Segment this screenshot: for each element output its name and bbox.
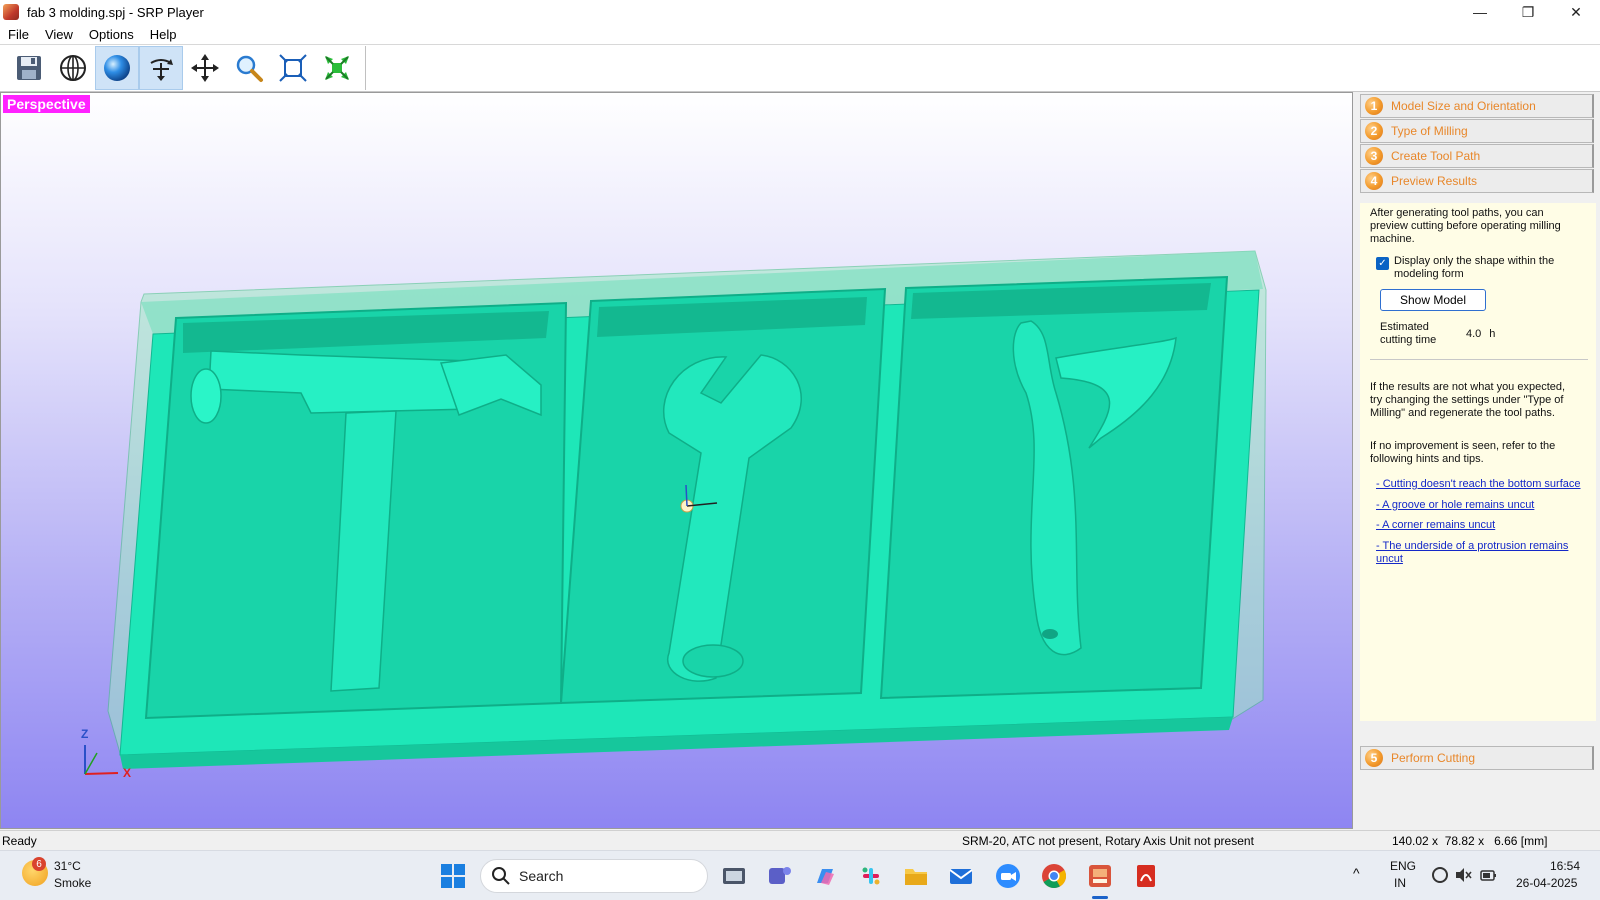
step-model-size[interactable]: 1 Model Size and Orientation xyxy=(1360,94,1594,118)
windows-start-icon[interactable] xyxy=(440,863,466,889)
step-label: Preview Results xyxy=(1391,174,1478,188)
teams-icon[interactable] xyxy=(766,863,792,889)
file-explorer-icon[interactable] xyxy=(903,863,929,889)
step-label: Perform Cutting xyxy=(1391,751,1476,765)
shaded-view-button[interactable] xyxy=(95,46,139,90)
chrome-icon[interactable] xyxy=(1041,863,1067,889)
show-model-button[interactable]: Show Model xyxy=(1380,289,1486,311)
hint-text-2: If no improvement is seen, refer to the … xyxy=(1370,440,1556,465)
help-link[interactable]: - The underside of a protrusion remains … xyxy=(1376,540,1576,566)
wireframe-view-button[interactable] xyxy=(51,46,95,90)
divider xyxy=(1370,359,1588,360)
taskbar: 6 31°C Smoke Search ^ ENG IN 16:54 26-04… xyxy=(0,850,1600,900)
help-link[interactable]: - A groove or hole remains uncut xyxy=(1376,499,1590,512)
help-link[interactable]: - A corner remains uncut xyxy=(1376,519,1590,532)
mail-icon[interactable] xyxy=(948,863,974,889)
active-app-indicator xyxy=(1092,896,1108,899)
search-placeholder: Search xyxy=(519,868,564,884)
model-dimensions: 140.02 x 78.82 x 6.66 [mm] xyxy=(1392,834,1548,848)
view-label: Perspective xyxy=(3,95,90,113)
step-number-icon: 1 xyxy=(1365,97,1383,115)
close-button[interactable]: ✕ xyxy=(1552,0,1600,24)
zoom-button[interactable] xyxy=(227,46,271,90)
estimated-time-label: Estimated cutting time xyxy=(1380,321,1437,346)
srp-player-icon[interactable] xyxy=(1087,863,1113,889)
save-icon xyxy=(17,56,41,80)
clock-time[interactable]: 16:54 xyxy=(1550,859,1580,873)
task-view-icon[interactable] xyxy=(721,863,747,889)
toolbar xyxy=(0,44,1600,92)
step-number-icon: 4 xyxy=(1365,172,1383,190)
hint-text-1: If the results are not what you expected… xyxy=(1370,381,1566,419)
step-number-icon: 3 xyxy=(1365,147,1383,165)
network-icon[interactable] xyxy=(1432,867,1448,883)
preview-intro-text: After generating tool paths, you can pre… xyxy=(1370,207,1561,245)
language-code[interactable]: ENG xyxy=(1390,859,1416,873)
preview-results-body: After generating tool paths, you can pre… xyxy=(1360,203,1596,721)
step-preview-results[interactable]: 4 Preview Results xyxy=(1360,169,1594,193)
zoom-extents-icon xyxy=(325,56,349,80)
language-region[interactable]: IN xyxy=(1394,876,1406,890)
clock-date[interactable]: 26-04-2025 xyxy=(1516,876,1577,890)
step-number-icon: 2 xyxy=(1365,122,1383,140)
z-axis-label: Z xyxy=(81,727,89,741)
zoom-icon[interactable] xyxy=(995,863,1021,889)
machine-status: SRM-20, ATC not present, Rotary Axis Uni… xyxy=(962,834,1254,848)
minimize-button[interactable]: — xyxy=(1456,0,1504,24)
maximize-button[interactable]: ❐ xyxy=(1504,0,1552,24)
menu-help[interactable]: Help xyxy=(142,27,185,42)
toolbar-separator xyxy=(365,46,366,90)
taskbar-search[interactable]: Search xyxy=(480,859,708,893)
rotate-button[interactable] xyxy=(139,46,183,90)
menu-options[interactable]: Options xyxy=(81,27,142,42)
step-label: Model Size and Orientation xyxy=(1391,99,1536,113)
mold-model[interactable] xyxy=(1,93,1353,829)
estimated-time-value: 4.0 xyxy=(1466,327,1482,340)
slack-icon[interactable] xyxy=(858,863,884,889)
copilot-icon[interactable] xyxy=(812,863,838,889)
shaded-sphere-icon xyxy=(104,55,130,81)
display-shape-checkbox[interactable]: ✓ xyxy=(1376,257,1389,270)
fit-view-icon xyxy=(279,54,307,82)
pdf-icon[interactable] xyxy=(1133,863,1159,889)
x-axis-label: X xyxy=(123,766,132,780)
srp-player-icon xyxy=(3,4,19,20)
pan-button[interactable] xyxy=(183,46,227,90)
window-title: fab 3 molding.spj - SRP Player xyxy=(27,4,204,20)
zoom-icon xyxy=(236,55,263,82)
save-button[interactable] xyxy=(7,46,51,90)
menu-view[interactable]: View xyxy=(37,27,81,42)
help-link[interactable]: - Cutting doesn't reach the bottom surfa… xyxy=(1376,478,1590,491)
title-bar: fab 3 molding.spj - SRP Player — ❐ ✕ xyxy=(0,0,1600,24)
checkbox-label: Display only the shape within the modeli… xyxy=(1394,255,1555,280)
step-create-tool-path[interactable]: 3 Create Tool Path xyxy=(1360,144,1594,168)
speaker-muted-icon[interactable] xyxy=(1454,866,1472,884)
estimated-time-row: Estimated cutting time 4.0 h xyxy=(1380,321,1495,347)
window-controls: — ❐ ✕ xyxy=(1456,0,1600,24)
workflow-panel: 1 Model Size and Orientation 2 Type of M… xyxy=(1358,92,1600,829)
status-bar: Ready SRM-20, ATC not present, Rotary Ax… xyxy=(0,830,1600,850)
battery-icon[interactable] xyxy=(1479,866,1497,884)
step-perform-cutting[interactable]: 5 Perform Cutting xyxy=(1360,746,1594,770)
weather-description[interactable]: Smoke xyxy=(54,876,91,890)
wireframe-globe-icon xyxy=(60,55,86,81)
fit-view-button[interactable] xyxy=(271,46,315,90)
step-type-of-milling[interactable]: 2 Type of Milling xyxy=(1360,119,1594,143)
search-icon xyxy=(492,867,510,885)
step-label: Create Tool Path xyxy=(1391,149,1481,163)
step-number-icon: 5 xyxy=(1365,749,1383,767)
weather-badge: 6 xyxy=(32,857,46,871)
weather-temperature[interactable]: 31°C xyxy=(54,859,81,873)
chevron-up-icon[interactable]: ^ xyxy=(1353,865,1360,881)
zoom-extents-button[interactable] xyxy=(315,46,359,90)
menu-bar: File View Options Help xyxy=(0,24,1600,44)
estimated-time-unit: h xyxy=(1489,327,1496,340)
rotate-icon xyxy=(150,59,173,81)
menu-file[interactable]: File xyxy=(0,27,37,42)
3d-viewport[interactable]: Perspective Z X xyxy=(0,92,1353,829)
display-shape-checkbox-row[interactable]: ✓ Display only the shape within the mode… xyxy=(1376,255,1590,281)
step-label: Type of Milling xyxy=(1391,124,1468,138)
pan-icon xyxy=(191,54,219,82)
status-text: Ready xyxy=(2,834,37,848)
